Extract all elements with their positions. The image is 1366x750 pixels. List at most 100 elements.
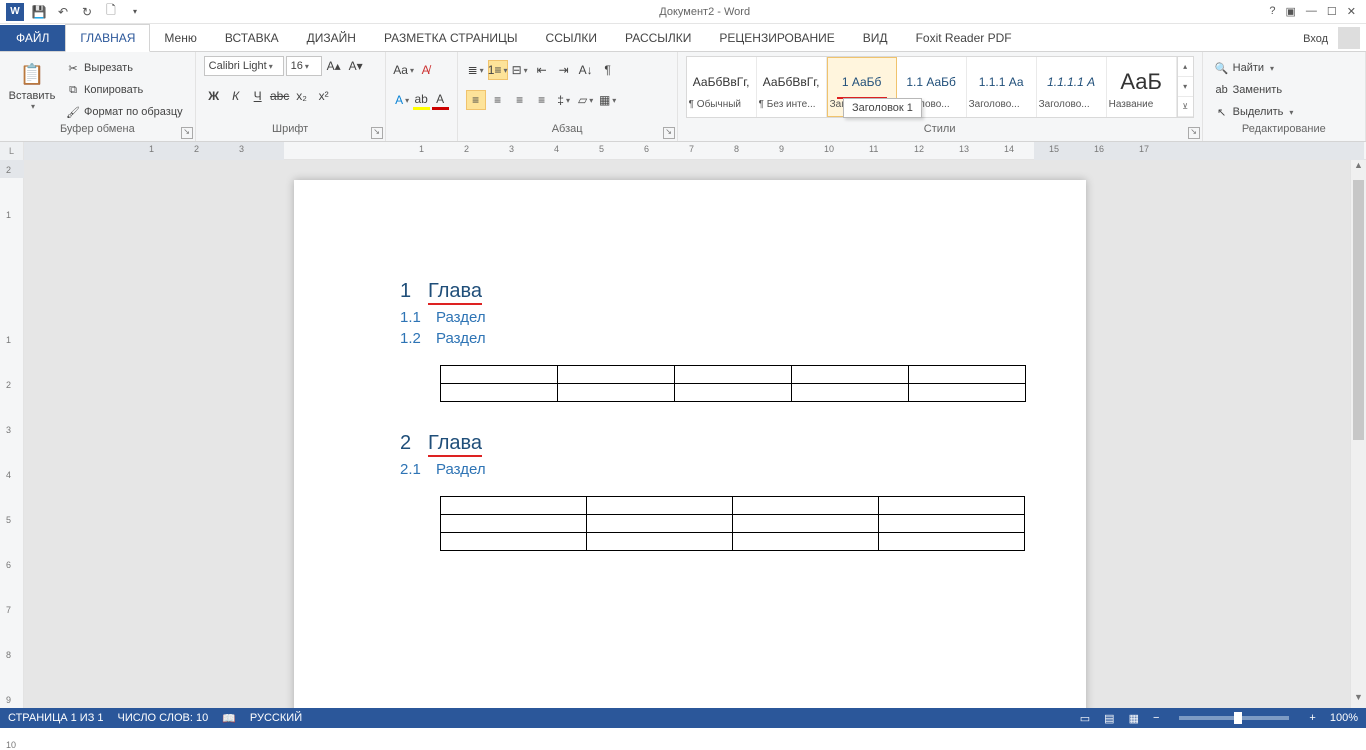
highlight-icon[interactable]: ab (413, 90, 430, 110)
zoom-in-icon[interactable]: + (1309, 712, 1315, 724)
format-painter-button[interactable]: 🖌Формат по образцу (62, 102, 187, 122)
bold-icon[interactable]: Ж (204, 86, 224, 106)
change-case-icon[interactable]: Aa▾ (394, 60, 414, 80)
select-button[interactable]: ↖Выделить▾ (1211, 102, 1298, 122)
tab-review[interactable]: РЕЦЕНЗИРОВАНИЕ (705, 25, 848, 51)
align-right-icon[interactable]: ≡ (510, 90, 530, 110)
tab-layout[interactable]: РАЗМЕТКА СТРАНИЦЫ (370, 25, 532, 51)
help-icon[interactable]: ? (1269, 5, 1275, 18)
paste-button[interactable]: 📋 Вставить ▾ (8, 56, 56, 123)
status-word-count[interactable]: ЧИСЛО СЛОВ: 10 (118, 712, 209, 724)
tab-view[interactable]: ВИД (849, 25, 902, 51)
tab-home[interactable]: ГЛАВНАЯ (65, 24, 150, 52)
status-page[interactable]: СТРАНИЦА 1 ИЗ 1 (8, 712, 104, 724)
view-web-icon[interactable]: ▦ (1129, 712, 1139, 725)
style-item[interactable]: АаБбВвГг,¶ Обычный (687, 57, 757, 117)
font-name-combo[interactable]: Calibri Light▾ (204, 56, 284, 76)
shrink-font-icon[interactable]: A▾ (346, 56, 366, 76)
close-icon[interactable]: ✕ (1347, 5, 1356, 18)
font-color-icon[interactable]: A (432, 90, 449, 110)
table-1[interactable] (440, 365, 1026, 402)
zoom-knob[interactable] (1234, 712, 1242, 724)
heading-1[interactable]: 1Глава (400, 280, 1030, 303)
view-read-icon[interactable]: ▭ (1080, 712, 1090, 725)
vertical-ruler[interactable]: 2112345678910 (0, 160, 24, 708)
sign-in-link[interactable]: Вход (1293, 27, 1338, 51)
redo-icon[interactable]: ↻ (78, 3, 96, 21)
qat-customize-icon[interactable]: ▾ (126, 3, 144, 21)
tab-menu[interactable]: Меню (150, 25, 210, 51)
undo-icon[interactable]: ↶ (54, 3, 72, 21)
italic-icon[interactable]: К (226, 86, 246, 106)
sort-icon[interactable]: A↓ (576, 60, 596, 80)
tab-references[interactable]: ССЫЛКИ (532, 25, 611, 51)
document-page[interactable]: 1Глава 1.1Раздел 1.2Раздел 2Глава 2.1Раз… (294, 180, 1086, 708)
account-avatar[interactable] (1338, 27, 1360, 49)
zoom-level[interactable]: 100% (1330, 712, 1358, 724)
tab-design[interactable]: ДИЗАЙН (293, 25, 370, 51)
spellcheck-icon[interactable]: 📖 (222, 712, 236, 725)
minimize-icon[interactable]: — (1306, 5, 1317, 18)
gallery-arrow-icon[interactable]: ⊻ (1178, 97, 1193, 117)
tab-foxit[interactable]: Foxit Reader PDF (902, 25, 1026, 51)
style-item[interactable]: 1.1.1 АаЗаголово... (967, 57, 1037, 117)
numbering-icon[interactable]: 1≡▾ (488, 60, 508, 80)
new-doc-icon[interactable]: 🗋 (102, 3, 120, 21)
zoom-out-icon[interactable]: − (1153, 712, 1159, 724)
scroll-down-icon[interactable]: ▼ (1351, 692, 1366, 708)
gallery-arrow-icon[interactable]: ▾ (1178, 77, 1193, 97)
grow-font-icon[interactable]: A▴ (324, 56, 344, 76)
increase-indent-icon[interactable]: ⇥ (554, 60, 574, 80)
superscript-icon[interactable]: x² (314, 86, 334, 106)
heading-1[interactable]: 2Глава (400, 432, 1030, 455)
gallery-more[interactable]: ▴▾⊻ (1177, 57, 1193, 117)
multilevel-icon[interactable]: ⊟▾ (510, 60, 530, 80)
line-spacing-icon[interactable]: ‡▾ (554, 90, 574, 110)
show-marks-icon[interactable]: ¶ (598, 60, 618, 80)
justify-icon[interactable]: ≡ (532, 90, 552, 110)
document-content[interactable]: 1Глава 1.1Раздел 1.2Раздел 2Глава 2.1Раз… (400, 280, 1030, 581)
ribbon-options-icon[interactable]: ▣ (1286, 5, 1296, 18)
heading-2[interactable]: 1.1Раздел (400, 309, 1030, 326)
copy-button[interactable]: ⧉Копировать (62, 80, 187, 100)
align-center-icon[interactable]: ≡ (488, 90, 508, 110)
bullets-icon[interactable]: ≣▾ (466, 60, 486, 80)
clear-formatting-icon[interactable]: A̸ (416, 60, 436, 80)
heading-2[interactable]: 1.2Раздел (400, 330, 1030, 347)
style-item[interactable]: АаБбВвГг,¶ Без инте... (757, 57, 827, 117)
gallery-arrow-icon[interactable]: ▴ (1178, 57, 1193, 77)
replace-button[interactable]: abЗаменить (1211, 80, 1298, 100)
styles-launcher-icon[interactable]: ↘ (1188, 127, 1200, 139)
underline-icon[interactable]: Ч (248, 86, 268, 106)
tab-mailings[interactable]: РАССЫЛКИ (611, 25, 705, 51)
strike-icon[interactable]: abc (270, 86, 290, 106)
style-item[interactable]: АаБНазвание (1107, 57, 1177, 117)
scroll-thumb[interactable] (1353, 180, 1364, 440)
tab-insert[interactable]: ВСТАВКА (211, 25, 293, 51)
paragraph-launcher-icon[interactable]: ↘ (663, 127, 675, 139)
ruler-corner[interactable]: L (0, 142, 24, 160)
vertical-scrollbar[interactable]: ▲ ▼ (1350, 160, 1366, 708)
save-icon[interactable]: 💾 (30, 3, 48, 21)
font-launcher-icon[interactable]: ↘ (371, 127, 383, 139)
borders-icon[interactable]: ▦▾ (598, 90, 618, 110)
table-2[interactable] (440, 496, 1025, 551)
scroll-up-icon[interactable]: ▲ (1351, 160, 1366, 176)
shading-icon[interactable]: ▱▾ (576, 90, 596, 110)
cut-button[interactable]: ✂Вырезать (62, 58, 187, 78)
tab-file[interactable]: ФАЙЛ (0, 25, 65, 51)
horizontal-ruler[interactable]: L 3211234567891011121314151617 (0, 142, 1366, 160)
zoom-slider[interactable] (1179, 716, 1289, 720)
status-language[interactable]: РУССКИЙ (250, 712, 302, 724)
maximize-icon[interactable]: ☐ (1327, 5, 1337, 18)
subscript-icon[interactable]: x₂ (292, 86, 312, 106)
style-item[interactable]: 1.1.1.1 АЗаголово... (1037, 57, 1107, 117)
align-left-icon[interactable]: ≡ (466, 90, 486, 110)
font-size-combo[interactable]: 16▾ (286, 56, 322, 76)
decrease-indent-icon[interactable]: ⇤ (532, 60, 552, 80)
text-effects-icon[interactable]: A▾ (394, 90, 411, 110)
heading-2[interactable]: 2.1Раздел (400, 461, 1030, 478)
clipboard-launcher-icon[interactable]: ↘ (181, 127, 193, 139)
view-print-icon[interactable]: ▤ (1104, 712, 1114, 725)
find-button[interactable]: 🔍Найти▾ (1211, 58, 1298, 78)
